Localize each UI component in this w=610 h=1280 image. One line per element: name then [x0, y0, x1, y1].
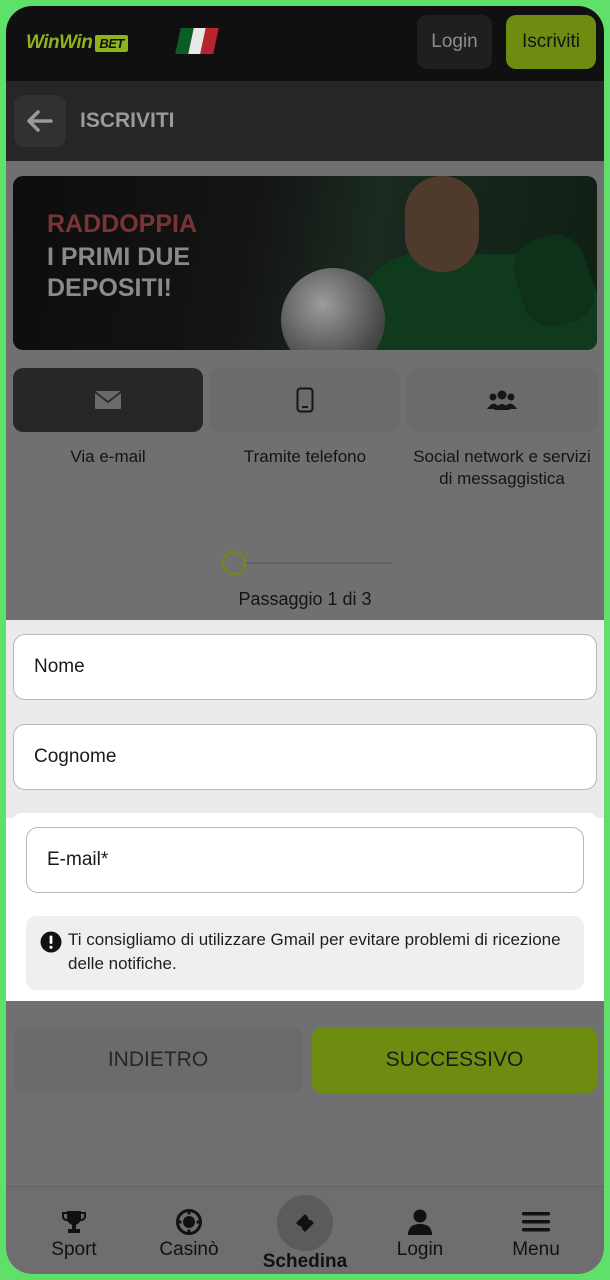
- tab-email[interactable]: [13, 368, 203, 432]
- tab-social[interactable]: [407, 368, 597, 432]
- logo-win-2: Win: [59, 32, 93, 53]
- phone-screen: Win Win BET Login Iscriviti ISCRIVITI RA…: [6, 6, 604, 1274]
- envelope-icon: [94, 391, 122, 409]
- italy-flag-icon[interactable]: [175, 28, 219, 54]
- bottom-navigation: Sport Casinò Schedina Login Menu: [6, 1186, 604, 1274]
- logo-bet-badge: BET: [95, 34, 128, 52]
- email-input[interactable]: E-mail*: [26, 827, 584, 893]
- phone-icon: [296, 387, 314, 413]
- trophy-icon: [62, 1211, 86, 1233]
- nav-casino[interactable]: Casinò: [134, 1187, 244, 1274]
- dimmed-overlay-bottom: INDIETRO SUCCESSIVO: [6, 1001, 604, 1186]
- banner-headline: RADDOPPIA: [47, 210, 198, 238]
- ticket-icon: [296, 1214, 314, 1232]
- email-card: E-mail* Ti consigliamo di utilizzare Gma…: [13, 813, 597, 1001]
- chip-icon: [176, 1209, 202, 1235]
- tab-social-label: Social network e servizi di messaggistic…: [413, 447, 591, 488]
- tab-email-label: Via e-mail: [70, 447, 146, 466]
- menu-icon: [522, 1212, 550, 1232]
- nav-betslip-label: Schedina: [262, 1251, 348, 1272]
- users-icon: [487, 390, 517, 410]
- dimmed-overlay-top: RADDOPPIA I PRIMI DUE DEPOSITI! Via e-ma…: [6, 161, 604, 620]
- page-header: ISCRIVITI: [6, 81, 604, 161]
- banner-subheadline: I PRIMI DUE DEPOSITI!: [47, 243, 191, 302]
- step-current-indicator: [222, 551, 246, 575]
- top-bar: Win Win BET Login Iscriviti: [6, 6, 604, 81]
- next-button[interactable]: SUCCESSIVO: [312, 1027, 597, 1093]
- step-track: [244, 562, 392, 564]
- nav-menu[interactable]: Menu: [481, 1187, 591, 1274]
- logo-win-1: Win: [26, 32, 60, 53]
- back-arrow-button[interactable]: [14, 95, 66, 147]
- nav-sport-label: Sport: [51, 1239, 97, 1260]
- brand-logo[interactable]: Win Win BET: [26, 30, 128, 56]
- nav-betslip[interactable]: [277, 1195, 333, 1251]
- last-name-input[interactable]: Cognome: [13, 724, 597, 790]
- first-name-input[interactable]: Nome: [13, 634, 597, 700]
- login-button[interactable]: Login: [417, 15, 492, 69]
- signup-method-tabs: [13, 368, 597, 432]
- gmail-hint-text: Ti consigliamo di utilizzare Gmail per e…: [68, 930, 561, 973]
- tab-phone[interactable]: [210, 368, 400, 432]
- arrow-left-icon: [27, 110, 53, 132]
- gmail-hint-box: Ti consigliamo di utilizzare Gmail per e…: [26, 916, 584, 990]
- step-progress: [222, 551, 392, 575]
- nav-login-label: Login: [396, 1239, 444, 1260]
- player-head: [405, 176, 479, 272]
- tab-phone-label: Tramite telefono: [243, 447, 367, 466]
- user-icon: [408, 1209, 432, 1235]
- nav-login[interactable]: Login: [365, 1187, 475, 1274]
- page-title: ISCRIVITI: [80, 109, 175, 132]
- step-counter-text: Passaggio 1 di 3: [238, 589, 372, 609]
- nav-menu-label: Menu: [512, 1239, 560, 1260]
- exclamation-circle-icon: [40, 931, 62, 953]
- back-button[interactable]: INDIETRO: [13, 1027, 303, 1093]
- nav-casino-label: Casinò: [159, 1239, 219, 1260]
- promo-banner[interactable]: RADDOPPIA I PRIMI DUE DEPOSITI!: [13, 176, 597, 350]
- signup-button[interactable]: Iscriviti: [506, 15, 596, 69]
- nav-sport[interactable]: Sport: [19, 1187, 129, 1274]
